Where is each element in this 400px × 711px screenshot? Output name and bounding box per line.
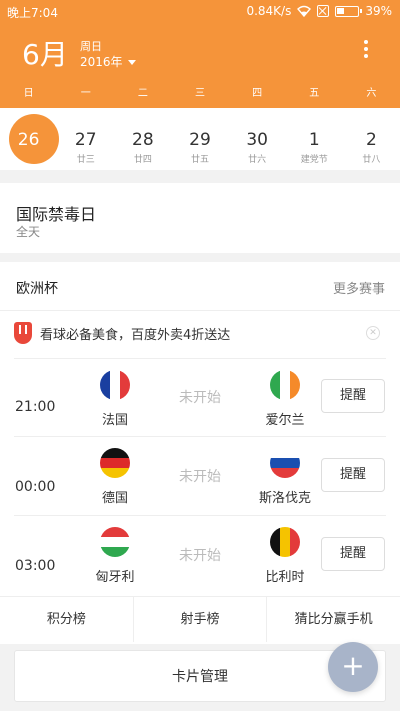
lunar-date: 廿五 [190,155,209,165]
event-card[interactable]: 国际禁毒日 全天 [0,183,400,253]
week-date-row: 26 27 廿三 28 廿四 29 廿五 30 廿六 1 建党节 2 廿八 [0,108,400,170]
weekday: 日 [23,88,34,99]
lunar-date: 廿三 [76,155,95,165]
match-status: 未开始 [179,469,221,485]
divider [14,436,386,437]
lunar-date: 廿六 [248,155,267,165]
match-status: 未开始 [179,390,221,406]
lunar-date: 廿八 [362,155,381,165]
battery-percent: 39% [365,4,392,18]
remind-button[interactable]: 提醒 [321,379,385,413]
weekday: 四 [252,88,263,99]
weekday: 五 [309,88,320,99]
more-menu-icon[interactable] [362,40,370,60]
date-cell-selected[interactable]: 26 [0,108,59,170]
promo-text: 看球必备美食，百度外卖4折送达 [40,328,231,343]
lunar-date: 廿四 [133,155,152,165]
date-cell[interactable]: 29 廿五 [171,108,228,170]
close-icon[interactable]: ✕ [366,326,380,340]
home-team: 匈牙利 [95,570,135,585]
status-time: 晚上7:04 [7,6,58,20]
france-flag-icon [100,370,130,400]
weekday: 三 [194,88,205,99]
year-label: 2016年 [80,55,123,69]
status-bar: 晚上7:04 0.84K/s 39% [0,0,400,24]
chevron-down-icon [127,60,136,65]
home-team: 德国 [101,491,128,506]
away-team: 爱尔兰 [265,413,305,428]
match-time: 03:00 [15,558,56,574]
date-cell[interactable]: 27 廿三 [57,108,114,170]
belgium-flag-icon [270,527,300,557]
hungary-flag-icon [100,527,130,557]
date-number: 1 [308,130,320,150]
battery-icon [335,5,363,17]
tab-top-scorers[interactable]: 射手榜 [134,597,268,642]
euro-cup-card: 欧洲杯 更多赛事 看球必备美食，百度外卖4折送达 ✕ 21:00 法国 未开始 … [0,262,400,644]
weekday: 六 [366,88,377,99]
slovakia-flag-icon [270,448,300,478]
match-row[interactable]: 21:00 法国 未开始 爱尔兰 提醒 [0,358,400,436]
match-time: 00:00 [15,479,56,495]
date-number: 26 [17,130,40,150]
date-number: 2 [366,130,377,150]
remind-button[interactable]: 提醒 [321,458,385,492]
tab-guess-score[interactable]: 猜比分赢手机 [267,597,400,642]
divider [14,515,386,516]
wifi-icon [297,5,312,17]
month-title[interactable]: 6月 [22,33,68,73]
home-team: 法国 [101,413,128,428]
germany-flag-icon [100,448,130,478]
date-cell[interactable]: 2 廿八 [343,108,400,170]
more-matches-link[interactable]: 更多赛事 [333,278,385,297]
event-subtitle: 全天 [16,225,41,239]
date-number: 28 [132,130,154,150]
card-title: 欧洲杯 [16,281,58,297]
divider [0,310,400,311]
euro-cup-tabs: 积分榜 射手榜 猜比分赢手机 [0,596,400,642]
date-number: 29 [189,130,211,150]
ireland-flag-icon [270,370,300,400]
remind-button[interactable]: 提醒 [321,537,385,571]
event-title: 国际禁毒日 [16,205,97,224]
promo-banner[interactable]: 看球必备美食，百度外卖4折送达 ✕ [14,320,386,356]
weekday-header: 日 一 二 三 四 五 六 [0,84,400,99]
weekday-label: 周日 [80,40,102,53]
match-status: 未开始 [179,548,221,564]
date-cell[interactable]: 1 建党节 [286,108,343,170]
date-number: 30 [246,130,268,150]
date-cell[interactable]: 28 廿四 [114,108,171,170]
match-row[interactable]: 00:00 德国 未开始 斯洛伐克 提醒 [0,436,400,514]
away-team: 比利时 [265,570,305,585]
match-time: 21:00 [15,399,56,415]
weekday: 一 [80,88,91,99]
date-cell[interactable]: 30 廿六 [229,108,286,170]
tab-standings[interactable]: 积分榜 [0,597,134,642]
year-selector[interactable]: 2016年 [80,53,136,70]
date-number: 27 [74,130,97,150]
weekday: 二 [137,88,148,99]
header: 晚上7:04 0.84K/s 39% 6月 周日 2016年 日 一 二 三 四… [0,0,400,108]
food-icon [14,322,32,344]
divider [14,358,386,359]
network-speed: 0.84K/s [246,4,292,18]
status-icons: 0.84K/s 39% [246,4,392,18]
add-icon[interactable]: + [328,642,378,692]
match-row[interactable]: 03:00 匈牙利 未开始 比利时 提醒 [0,515,400,593]
no-sim-icon [317,5,330,17]
away-team: 斯洛伐克 [258,491,311,506]
lunar-date: 建党节 [300,155,328,165]
